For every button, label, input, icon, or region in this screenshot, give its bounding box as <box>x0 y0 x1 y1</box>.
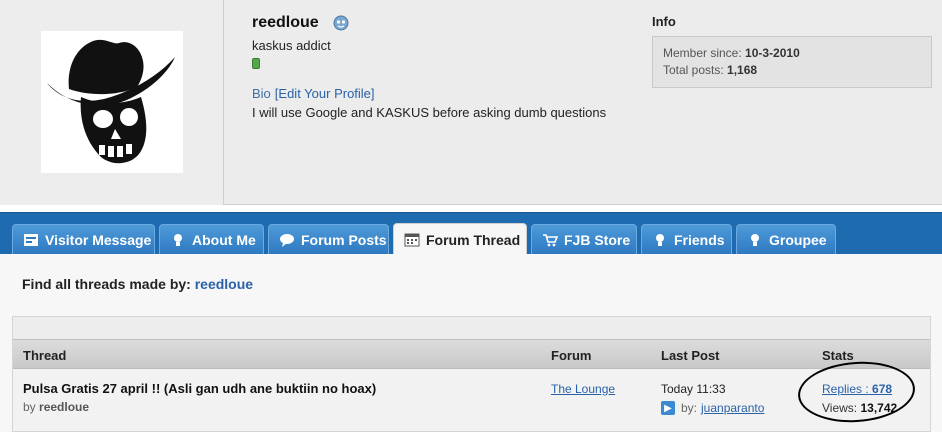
profile-username: reedloue <box>252 14 319 31</box>
tab-friends[interactable]: Friends <box>641 224 732 255</box>
user-badge-icon <box>333 15 349 31</box>
views-value: 13,742 <box>860 401 898 415</box>
thread-forum-link[interactable]: The Lounge <box>551 382 615 396</box>
bio-text: I will use Google and KASKUS before aski… <box>252 105 607 120</box>
table-row: Pulsa Gratis 27 april !! (Asli gan udh a… <box>13 369 930 431</box>
last-post-time: Today 11:33 <box>661 382 726 396</box>
table-top-bar <box>13 317 930 339</box>
bio-label: Bio <box>252 86 271 101</box>
total-posts-label: Total posts: <box>663 63 724 77</box>
info-box: Member since: 10-3-2010 Total posts: 1,1… <box>652 36 932 88</box>
replies-link[interactable]: Replies : 678 <box>822 382 892 396</box>
thread-table: Thread Forum Last Post Stats Pulsa Grati… <box>12 316 931 432</box>
profile-header: reedloue kaskus addict Bio [Edit Your Pro… <box>0 0 942 205</box>
tab-label: Forum Thread <box>426 231 521 248</box>
online-status-icon <box>252 58 260 69</box>
forum-thread-panel: Find all threads made by: reedloue Threa… <box>0 254 942 432</box>
replies-label: Replies : <box>822 382 869 396</box>
edit-profile-link[interactable]: [Edit Your Profile] <box>275 86 375 101</box>
thread-title-link[interactable]: Pulsa Gratis 27 april !! (Asli gan udh a… <box>23 381 376 396</box>
find-threads-label: Find all threads made by: <box>22 276 191 292</box>
column-header-stats[interactable]: Stats <box>822 348 854 363</box>
info-title: Info <box>652 14 676 29</box>
member-since-label: Member since: <box>663 46 742 60</box>
column-header-last-post[interactable]: Last Post <box>661 348 720 363</box>
cowboy-skull-avatar-icon <box>47 39 175 164</box>
total-posts: Total posts: 1,168 <box>663 62 921 79</box>
avatar[interactable] <box>41 31 183 173</box>
avatar-column <box>0 0 224 205</box>
person-icon <box>174 234 182 246</box>
group-icon <box>751 234 759 246</box>
find-threads-heading: Find all threads made by: reedloue <box>22 276 253 292</box>
user-title: kaskus addict <box>252 38 331 53</box>
replies-value: 678 <box>872 382 893 396</box>
cart-icon <box>543 234 558 247</box>
go-to-last-post-icon[interactable]: ▶ <box>661 401 675 415</box>
friend-icon <box>656 234 664 246</box>
tab-label: About Me <box>192 232 256 248</box>
views-count: Views: 13,742 <box>822 401 897 415</box>
calendar-icon <box>404 233 420 246</box>
profile-tab-bar: Visitor Message About Me Forum Posts For… <box>0 212 942 255</box>
tab-forum-posts[interactable]: Forum Posts <box>268 224 389 255</box>
member-since-value: 10-3-2010 <box>745 46 800 60</box>
tab-forum-thread[interactable]: Forum Thread <box>393 223 527 255</box>
speech-bubble-icon <box>280 234 294 247</box>
tab-label: FJB Store <box>564 232 631 248</box>
views-label: Views: <box>822 401 858 415</box>
total-posts-value: 1,168 <box>727 63 758 77</box>
column-header-forum[interactable]: Forum <box>551 348 591 363</box>
table-header: Thread Forum Last Post Stats <box>13 339 930 369</box>
message-icon <box>24 234 38 246</box>
find-threads-user-link[interactable]: reedloue <box>195 276 253 292</box>
tab-label: Forum Posts <box>301 232 387 248</box>
last-post-by: ▶ by: juanparanto <box>661 401 764 415</box>
thread-author-link[interactable]: reedloue <box>39 400 89 414</box>
tab-label: Groupee <box>769 232 827 248</box>
thread-author: by reedloue <box>23 400 89 414</box>
column-header-thread[interactable]: Thread <box>23 348 66 363</box>
tab-visitor-message[interactable]: Visitor Message <box>12 224 155 255</box>
tab-fjb-store[interactable]: FJB Store <box>531 224 637 255</box>
tab-label: Visitor Message <box>45 232 152 248</box>
by-label: by <box>23 400 36 414</box>
tab-about-me[interactable]: About Me <box>159 224 264 255</box>
bio-heading: Bio [Edit Your Profile] <box>252 86 375 101</box>
tab-label: Friends <box>674 232 725 248</box>
last-post-by-label: by: <box>681 401 698 415</box>
tab-groupee[interactable]: Groupee <box>736 224 836 255</box>
last-post-user-link[interactable]: juanparanto <box>701 401 764 415</box>
member-since: Member since: 10-3-2010 <box>663 45 921 62</box>
